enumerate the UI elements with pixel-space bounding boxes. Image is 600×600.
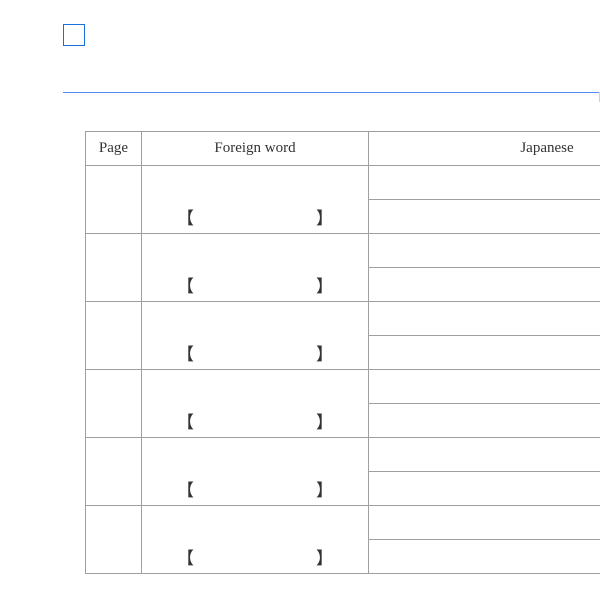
japanese-cell-bottom — [369, 540, 600, 574]
page-cell — [86, 234, 142, 302]
vocab-table-wrap: Page Foreign word Japanese 【】【】【】【】【】【】 — [85, 131, 600, 574]
japanese-cell-bottom — [369, 404, 600, 438]
foreign-word-cell-top — [142, 234, 369, 268]
foreign-word-cell-bottom: 【】 — [142, 200, 369, 234]
foreign-word-cell-top — [142, 166, 369, 200]
table-header-row: Page Foreign word Japanese — [86, 132, 600, 166]
japanese-cell-top — [369, 370, 600, 404]
japanese-cell-top — [369, 506, 600, 540]
table-row: 【】 — [86, 404, 600, 438]
japanese-cell-bottom — [369, 472, 600, 506]
col-header-japanese: Japanese — [369, 132, 600, 166]
table-row — [86, 302, 600, 336]
page-cell — [86, 506, 142, 574]
page-cell — [86, 438, 142, 506]
foreign-word-cell-top — [142, 302, 369, 336]
japanese-cell-top — [369, 302, 600, 336]
page-cell — [86, 370, 142, 438]
checkbox-icon — [63, 24, 85, 46]
table-row: 【】 — [86, 268, 600, 302]
japanese-cell-bottom — [369, 268, 600, 302]
foreign-word-cell-bottom: 【】 — [142, 268, 369, 302]
left-bracket-icon: 【 — [177, 204, 194, 229]
page-cell — [86, 302, 142, 370]
vocab-table: Page Foreign word Japanese 【】【】【】【】【】【】 — [85, 131, 600, 574]
page: Page Foreign word Japanese 【】【】【】【】【】【】 — [0, 0, 600, 600]
table-row — [86, 506, 600, 540]
table-row: 【】 — [86, 336, 600, 370]
table-body: 【】【】【】【】【】【】 — [86, 166, 600, 574]
col-header-foreign-word: Foreign word — [142, 132, 369, 166]
table-row — [86, 234, 600, 268]
foreign-word-cell-bottom: 【】 — [142, 336, 369, 370]
table-row — [86, 166, 600, 200]
japanese-cell-top — [369, 234, 600, 268]
table-row: 【】 — [86, 200, 600, 234]
horizontal-rule — [63, 92, 600, 93]
right-bracket-icon: 】 — [316, 340, 333, 365]
left-bracket-icon: 【 — [177, 476, 194, 501]
foreign-word-cell-top — [142, 370, 369, 404]
page-cell — [86, 166, 142, 234]
right-bracket-icon: 】 — [316, 204, 333, 229]
left-bracket-icon: 【 — [177, 272, 194, 297]
japanese-cell-bottom — [369, 336, 600, 370]
right-bracket-icon: 】 — [316, 476, 333, 501]
right-bracket-icon: 】 — [316, 544, 333, 569]
left-bracket-icon: 【 — [177, 340, 194, 365]
col-header-page: Page — [86, 132, 142, 166]
table-row — [86, 438, 600, 472]
japanese-cell-top — [369, 438, 600, 472]
right-bracket-icon: 】 — [316, 272, 333, 297]
foreign-word-cell-top — [142, 438, 369, 472]
left-bracket-icon: 【 — [177, 408, 194, 433]
japanese-cell-top — [369, 166, 600, 200]
table-row — [86, 370, 600, 404]
table-row: 【】 — [86, 540, 600, 574]
foreign-word-cell-top — [142, 506, 369, 540]
foreign-word-cell-bottom: 【】 — [142, 472, 369, 506]
table-row: 【】 — [86, 472, 600, 506]
left-bracket-icon: 【 — [177, 544, 194, 569]
foreign-word-cell-bottom: 【】 — [142, 540, 369, 574]
foreign-word-cell-bottom: 【】 — [142, 404, 369, 438]
japanese-cell-bottom — [369, 200, 600, 234]
right-bracket-icon: 】 — [316, 408, 333, 433]
